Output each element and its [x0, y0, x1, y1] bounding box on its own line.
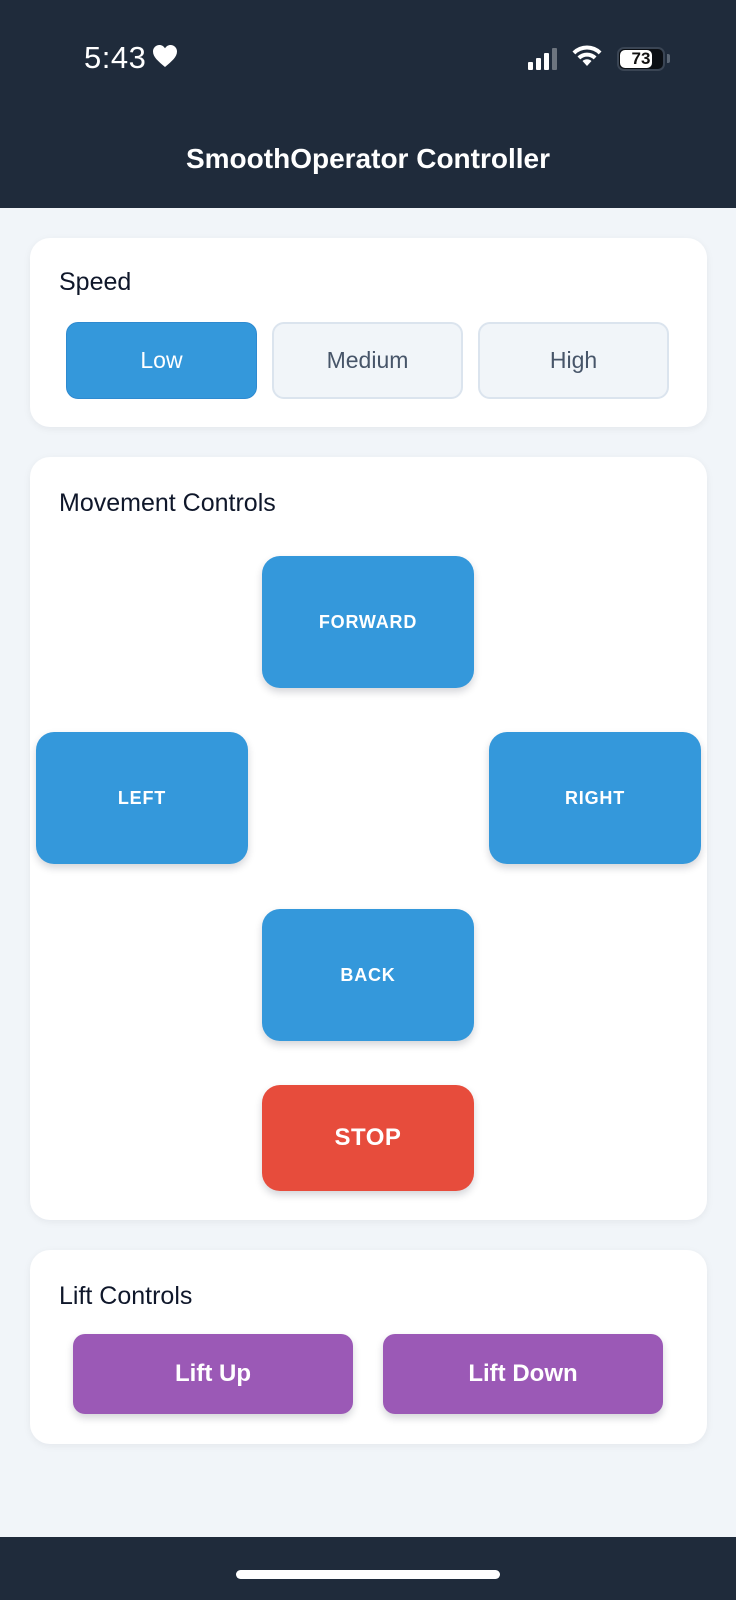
speed-title: Speed: [59, 268, 132, 296]
heart-icon: [152, 40, 178, 76]
stop-button[interactable]: STOP: [262, 1085, 474, 1191]
status-time-text: 5:43: [84, 40, 147, 75]
home-indicator[interactable]: [236, 1570, 500, 1579]
right-button[interactable]: RIGHT: [489, 732, 701, 864]
movement-card: Movement Controls FORWARD LEFT RIGHT BAC…: [30, 457, 707, 1220]
speed-card: Speed Low Medium High: [30, 238, 707, 427]
speed-high-button[interactable]: High: [478, 322, 669, 399]
bottom-bar: [0, 1537, 736, 1600]
forward-button[interactable]: FORWARD: [262, 556, 474, 688]
speed-low-button[interactable]: Low: [66, 322, 257, 399]
left-button[interactable]: LEFT: [36, 732, 248, 864]
status-icons: 73: [528, 44, 670, 73]
wifi-icon: [571, 44, 603, 73]
page-title: SmoothOperator Controller: [185, 143, 550, 174]
battery-cap: [667, 54, 670, 63]
lift-down-button[interactable]: Lift Down: [383, 1334, 663, 1414]
status-time: 5:43: [84, 40, 178, 76]
back-button[interactable]: BACK: [262, 909, 474, 1041]
signal-icon: [528, 47, 557, 70]
speed-medium-button[interactable]: Medium: [272, 322, 463, 399]
lift-up-button[interactable]: Lift Up: [73, 1334, 353, 1414]
battery-icon: 73: [617, 46, 665, 71]
app-header: 5:43 73 SmoothOperator Controller: [0, 0, 736, 208]
battery-level: 73: [631, 48, 651, 68]
movement-title: Movement Controls: [59, 489, 276, 517]
lift-card: Lift Controls Lift Up Lift Down: [30, 1250, 707, 1444]
lift-title: Lift Controls: [59, 1282, 193, 1310]
